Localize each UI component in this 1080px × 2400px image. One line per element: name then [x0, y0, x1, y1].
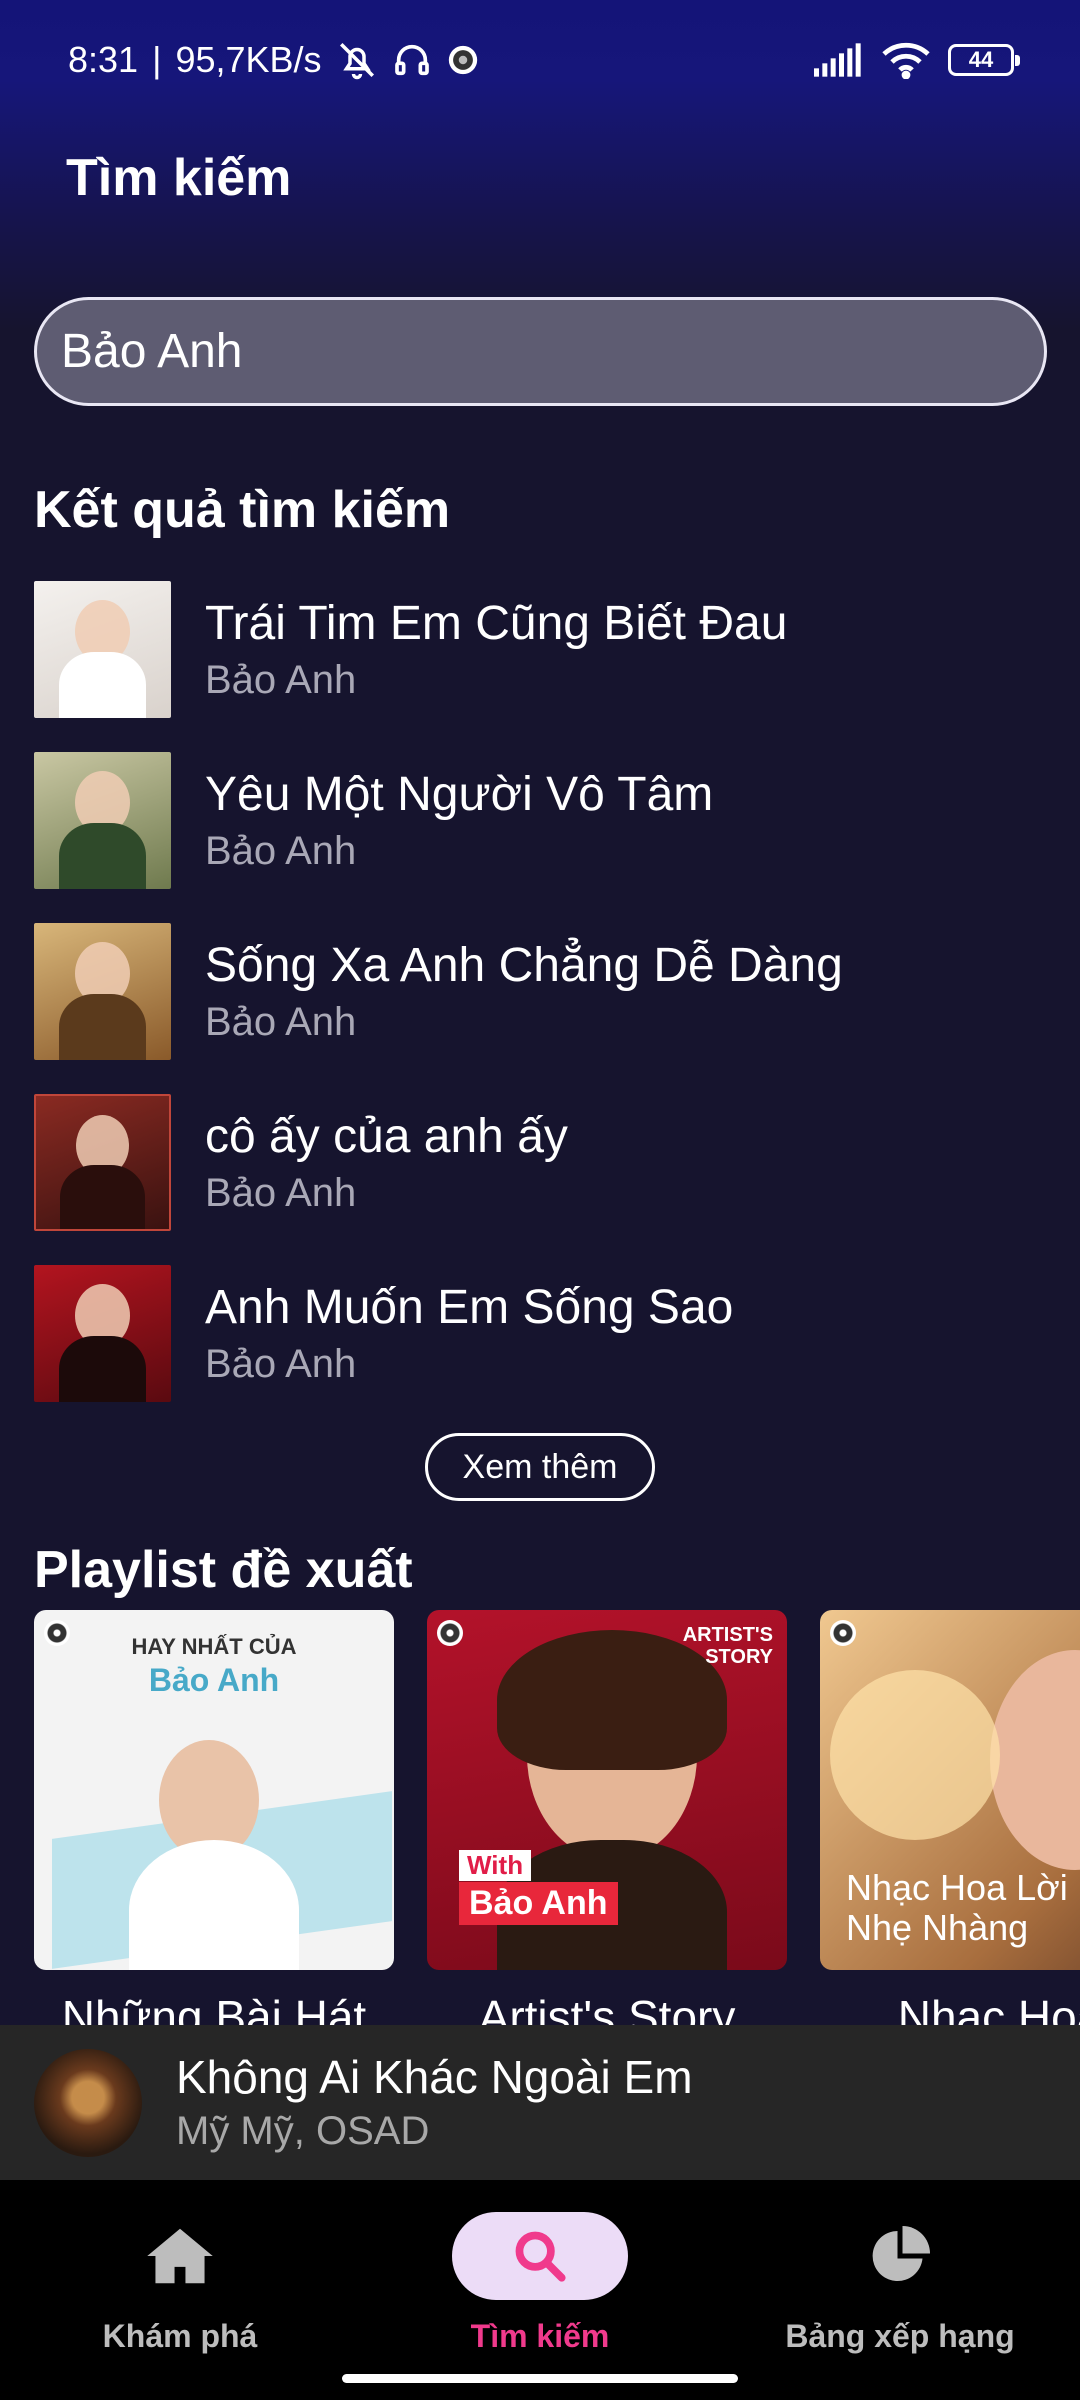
cover-caption-name: Bảo Anh [148, 1662, 280, 1698]
playlist-name: Nhạc Hoa [897, 1991, 1080, 2030]
song-artist: Bảo Anh [205, 657, 357, 702]
nav-item-discover[interactable]: Khám phá [0, 2212, 360, 2355]
home-indicator[interactable] [342, 2374, 738, 2383]
result-text: Trái Tim Em Cũng Biết Đau Bảo Anh [205, 594, 787, 706]
song-title: Trái Tim Em Cũng Biết Đau [205, 596, 788, 650]
status-left: 8:31 | 95,7KB/s [68, 39, 480, 81]
playlist-row: HAY NHẤT CỦA Bảo Anh Những Bài Hát ARTIS… [34, 1610, 1080, 2030]
thumbnail-figure-body [59, 1165, 146, 1229]
song-title: cô ấy của anh ấy [205, 1109, 568, 1163]
playlist-card[interactable]: HAY NHẤT CỦA Bảo Anh Những Bài Hát [34, 1610, 394, 2030]
result-item[interactable]: Anh Muốn Em Sống Sao Bảo Anh [34, 1248, 1054, 1419]
song-thumbnail [34, 1094, 171, 1231]
bottom-navigation: Khám phá Tìm kiếm Bảng xếp hạng [0, 2180, 1080, 2400]
song-title: Yêu Một Người Vô Tâm [205, 767, 714, 821]
song-artist: Bảo Anh [205, 1170, 357, 1215]
cover-figure-body [129, 1840, 299, 1970]
disc-icon [437, 1620, 463, 1646]
result-item[interactable]: Sống Xa Anh Chẳng Dễ Dàng Bảo Anh [34, 906, 1054, 1077]
result-text: Anh Muốn Em Sống Sao Bảo Anh [205, 1278, 733, 1390]
search-field[interactable] [34, 297, 1047, 406]
now-playing-artwork [34, 2048, 142, 2157]
search-icon [515, 2231, 566, 2282]
wifi-icon [882, 41, 930, 79]
song-thumbnail [34, 923, 171, 1060]
song-thumbnail [34, 581, 171, 718]
cover-figure [990, 1650, 1080, 1870]
result-text: Sống Xa Anh Chẳng Dễ Dàng Bảo Anh [205, 936, 843, 1048]
pie-chart-icon [872, 2226, 930, 2281]
playlist-card[interactable]: ARTIST'S STORY With Bảo Anh Artist's Sto… [427, 1610, 787, 2030]
battery-icon: 44 [948, 44, 1020, 76]
song-artist: Bảo Anh [205, 828, 357, 873]
mini-player[interactable]: Không Ai Khác Ngoài Em Mỹ Mỹ, OSAD [0, 2025, 1080, 2180]
headphones-icon [392, 40, 432, 80]
thumbnail-figure-body [58, 823, 147, 889]
nav-label-search: Tìm kiếm [470, 2318, 610, 2354]
status-right: 44 [814, 41, 1020, 79]
playlist-cover: HAY NHẤT CỦA Bảo Anh [34, 1610, 394, 1970]
result-item[interactable]: cô ấy của anh ấy Bảo Anh [34, 1077, 1054, 1248]
playlist-name: Những Bài Hát [61, 1991, 367, 2030]
cover-caption-line1: Nhạc Hoa Lời [846, 1867, 1068, 1908]
song-title: Sống Xa Anh Chẳng Dễ Dàng [205, 938, 843, 992]
playlists-section-title: Playlist đề xuất [34, 1541, 413, 1599]
playlist-carousel[interactable]: HAY NHẤT CỦA Bảo Anh Những Bài Hát ARTIS… [34, 1610, 1080, 2030]
playlist-cover: ARTIST'S STORY With Bảo Anh [427, 1610, 787, 1970]
now-playing-title: Không Ai Khác Ngoài Em [176, 2050, 693, 2103]
thumbnail-figure-body [58, 994, 147, 1060]
playlist-card[interactable]: Nhạc Hoa Lời Nhẹ Nhàng Nhạc Hoa [820, 1610, 1080, 2030]
result-item[interactable]: Yêu Một Người Vô Tâm Bảo Anh [34, 735, 1054, 906]
result-text: Yêu Một Người Vô Tâm Bảo Anh [205, 765, 713, 877]
now-playing-artist: Mỹ Mỹ, OSAD [176, 2108, 430, 2153]
thumbnail-figure-body [58, 1336, 147, 1402]
see-more-button[interactable]: Xem thêm [425, 1433, 655, 1501]
playlist-name: Artist's Story [478, 1991, 736, 2030]
app-notification-icon [446, 43, 480, 77]
cover-badge: ARTIST'S STORY [682, 1624, 773, 1668]
nav-label-charts: Bảng xếp hạng [785, 2318, 1015, 2354]
song-thumbnail [34, 1265, 171, 1402]
cover-caption-line2: Nhẹ Nhàng [846, 1907, 1029, 1948]
results-section-title: Kết quả tìm kiếm [34, 481, 451, 539]
pie-chart-icon-container [812, 2212, 988, 2300]
page-title: Tìm kiếm [66, 149, 292, 207]
status-time: 8:31 [68, 39, 139, 80]
nav-item-search[interactable]: Tìm kiếm [360, 2212, 720, 2355]
status-network-speed: 95,7KB/s [175, 39, 322, 80]
song-thumbnail [34, 752, 171, 889]
nav-label-discover: Khám phá [102, 2318, 258, 2354]
playlist-cover: Nhạc Hoa Lời Nhẹ Nhàng [820, 1610, 1080, 1970]
search-screen: 8:31 | 95,7KB/s 44 Tìm kiếm Bảo Anh Kết … [0, 0, 1080, 2400]
cover-with-label: With [459, 1850, 532, 1881]
status-bar: 8:31 | 95,7KB/s 44 [0, 0, 1080, 120]
nav-item-charts[interactable]: Bảng xếp hạng [720, 2212, 1080, 2355]
search-icon-container [452, 2212, 628, 2300]
results-list: Trái Tim Em Cũng Biết Đau Bảo Anh Yêu Mộ… [34, 564, 1054, 1419]
home-icon-container [92, 2212, 268, 2300]
result-item[interactable]: Trái Tim Em Cũng Biết Đau Bảo Anh [34, 564, 1054, 735]
signal-icon [814, 43, 864, 77]
status-separator: | [152, 39, 162, 80]
cover-flowers [830, 1670, 1000, 1840]
home-icon [147, 2228, 213, 2284]
thumbnail-figure-body [58, 652, 147, 718]
disc-icon [830, 1620, 856, 1646]
song-title: Anh Muốn Em Sống Sao [205, 1280, 734, 1334]
battery-level: 44 [968, 47, 994, 72]
song-artist: Bảo Anh [205, 999, 357, 1044]
song-artist: Bảo Anh [205, 1341, 357, 1386]
search-input[interactable] [61, 324, 1020, 379]
cover-caption-top: HAY NHẤT CỦA [131, 1634, 297, 1659]
bell-off-icon [336, 39, 378, 81]
cover-name-label: Bảo Anh [459, 1882, 618, 1925]
now-playing-text: Không Ai Khác Ngoài Em Mỹ Mỹ, OSAD [176, 2049, 693, 2157]
result-text: cô ấy của anh ấy Bảo Anh [205, 1107, 568, 1219]
